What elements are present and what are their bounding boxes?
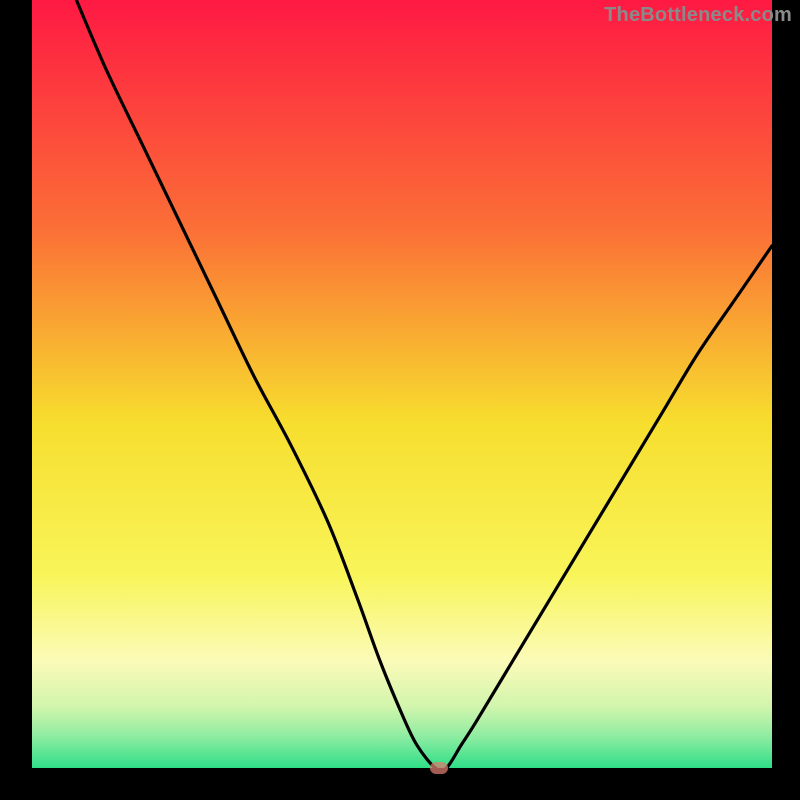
optimal-marker (430, 762, 448, 774)
watermark: TheBottleneck.com (604, 4, 792, 27)
chart-frame: TheBottleneck.com (0, 0, 800, 800)
plot-area (32, 0, 772, 768)
bottleneck-curve (32, 0, 772, 768)
